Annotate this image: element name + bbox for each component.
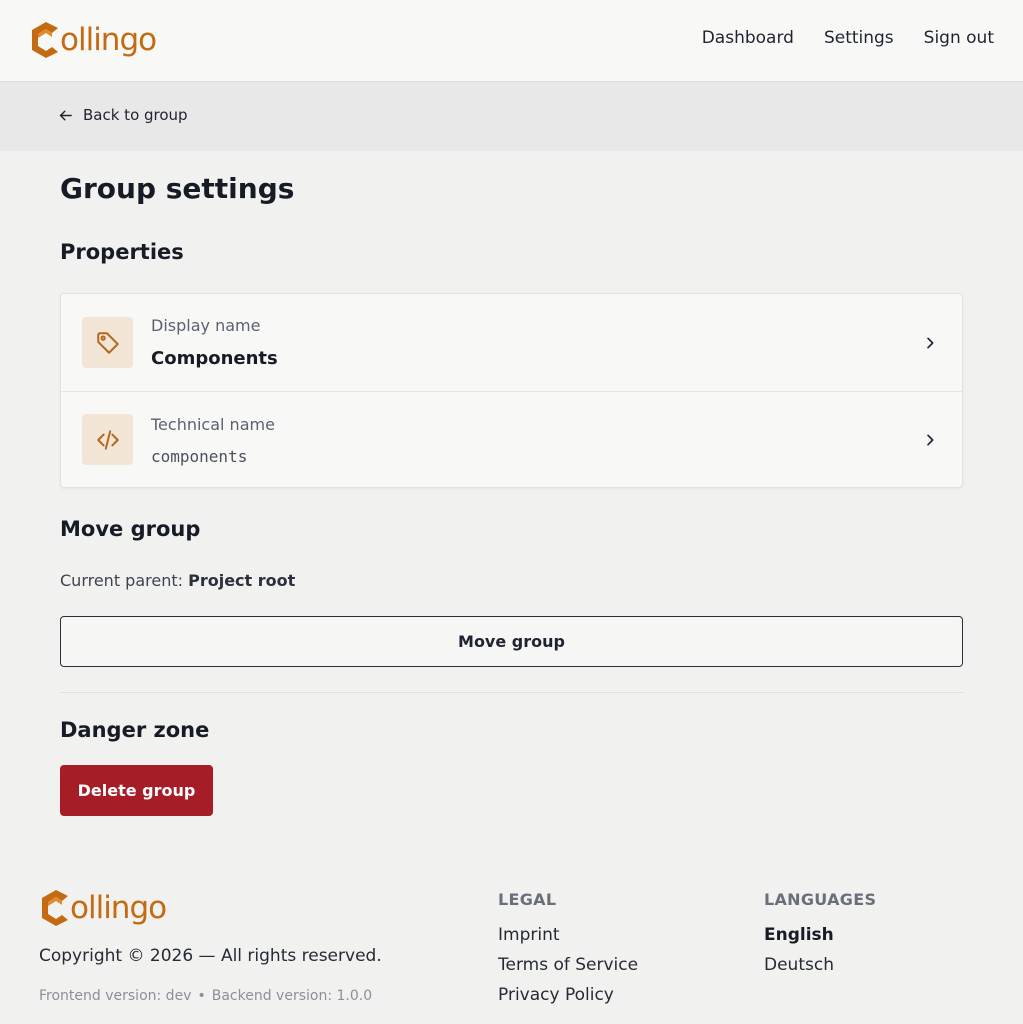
footer-brand-wordmark: ollingo bbox=[70, 889, 167, 926]
back-link-label: Back to group bbox=[83, 106, 188, 124]
display-name-value: Components bbox=[151, 348, 278, 369]
arrow-left-icon bbox=[59, 110, 72, 120]
back-to-group-link[interactable]: Back to group bbox=[57, 106, 188, 124]
logo-mark-icon bbox=[42, 890, 68, 926]
version-separator: • bbox=[197, 988, 206, 1004]
privacy-link[interactable]: Privacy Policy bbox=[498, 985, 638, 1005]
copyright-text: Copyright © 2026 — All rights reserved. bbox=[39, 946, 382, 966]
logo-mark-icon bbox=[32, 22, 58, 58]
chevron-right-icon bbox=[927, 434, 934, 446]
language-deutsch[interactable]: Deutsch bbox=[764, 955, 876, 975]
languages-heading: LANGUAGES bbox=[764, 890, 877, 909]
languages-column: LANGUAGES English Deutsch bbox=[764, 890, 876, 985]
technical-name-icon-box bbox=[82, 414, 133, 465]
current-parent-prefix: Current parent: bbox=[60, 571, 184, 590]
nav-dashboard[interactable]: Dashboard bbox=[702, 28, 794, 48]
app-header: ollingo Dashboard Settings Sign out bbox=[0, 0, 1023, 82]
page-title: Group settings bbox=[60, 172, 295, 205]
legal-column: LEGAL Imprint Terms of Service Privacy P… bbox=[498, 890, 638, 1015]
tag-icon bbox=[96, 331, 119, 354]
move-group-heading: Move group bbox=[60, 517, 201, 541]
legal-heading: LEGAL bbox=[498, 890, 557, 909]
top-nav: Dashboard Settings Sign out bbox=[702, 28, 994, 48]
property-row-display-name[interactable]: Display name Components bbox=[61, 294, 962, 392]
danger-zone-heading: Danger zone bbox=[60, 718, 210, 742]
terms-link[interactable]: Terms of Service bbox=[498, 955, 638, 975]
brand-logo[interactable]: ollingo bbox=[28, 20, 157, 60]
version-info: Frontend version: dev • Backend version:… bbox=[39, 988, 372, 1004]
properties-heading: Properties bbox=[60, 240, 184, 264]
properties-card: Display name Components Technical name c… bbox=[60, 293, 963, 488]
language-english[interactable]: English bbox=[764, 925, 876, 945]
nav-settings[interactable]: Settings bbox=[824, 28, 894, 48]
technical-name-label: Technical name bbox=[151, 415, 275, 434]
nav-sign-out[interactable]: Sign out bbox=[924, 28, 994, 48]
backend-version: Backend version: 1.0.0 bbox=[211, 988, 373, 1004]
move-group-button[interactable]: Move group bbox=[60, 616, 963, 667]
brand-wordmark: ollingo bbox=[60, 21, 157, 58]
display-name-icon-box bbox=[82, 317, 133, 368]
code-icon bbox=[96, 429, 119, 450]
property-row-technical-name[interactable]: Technical name components bbox=[61, 393, 962, 487]
technical-name-value: components bbox=[151, 447, 248, 466]
display-name-label: Display name bbox=[151, 316, 261, 335]
delete-group-button[interactable]: Delete group bbox=[60, 765, 213, 816]
imprint-link[interactable]: Imprint bbox=[498, 925, 638, 945]
section-divider bbox=[60, 692, 963, 693]
footer-brand-logo[interactable]: ollingo bbox=[38, 888, 167, 928]
chevron-right-icon bbox=[927, 337, 934, 349]
current-parent-value: Project root bbox=[188, 571, 296, 590]
frontend-version: Frontend version: dev bbox=[39, 988, 192, 1004]
current-parent-text: Current parent: Project root bbox=[60, 571, 295, 590]
